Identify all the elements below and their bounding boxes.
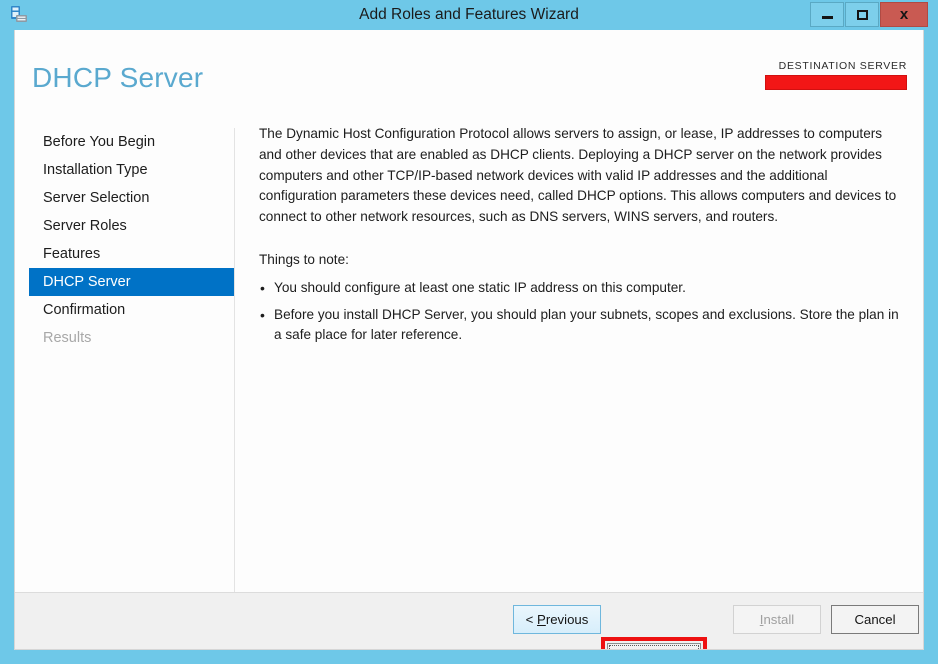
nav-item-server-roles[interactable]: Server Roles — [15, 212, 234, 240]
next-button-highlight-annotation: Next > — [601, 637, 707, 651]
destination-server-label: DESTINATION SERVER — [778, 60, 907, 72]
next-button[interactable]: Next > — [607, 643, 701, 651]
nav-item-features[interactable]: Features — [15, 240, 234, 268]
intro-paragraph: The Dynamic Host Configuration Protocol … — [259, 126, 897, 225]
bullet-icon: • — [260, 279, 265, 296]
window-title: Add Roles and Features Wizard — [359, 6, 579, 23]
install-button: Install — [733, 605, 821, 634]
previous-button[interactable]: < Previous — [513, 605, 601, 634]
add-roles-and-features-wizard-window: Add Roles and Features Wizard x DHCP Ser… — [0, 0, 938, 664]
nav-item-installation-type[interactable]: Installation Type — [15, 156, 234, 184]
wizard-footer: < Previous Install Cancel — [15, 592, 923, 649]
next-button-label: Next > — [635, 650, 674, 651]
nav-item-server-selection[interactable]: Server Selection — [15, 184, 234, 212]
destination-server-redaction-bar — [765, 75, 907, 90]
maximize-button[interactable] — [845, 2, 879, 27]
note-text: You should configure at least one static… — [274, 279, 686, 295]
cancel-button[interactable]: Cancel — [831, 605, 919, 634]
maximize-icon — [856, 9, 868, 20]
list-item: • Before you install DHCP Server, you sh… — [259, 305, 907, 346]
note-text: Before you install DHCP Server, you shou… — [274, 306, 899, 343]
title-bar[interactable]: Add Roles and Features Wizard x — [0, 0, 938, 30]
bullet-icon: • — [260, 306, 265, 323]
nav-item-results: Results — [43, 330, 92, 346]
page-title: DHCP Server — [32, 62, 204, 93]
close-button[interactable]: x — [880, 2, 928, 27]
list-item: • You should configure at least one stat… — [259, 278, 907, 299]
destination-server-block: DESTINATION SERVER — [765, 60, 907, 90]
previous-button-label: < Previous — [525, 612, 589, 627]
wizard-step-nav: Before You Begin Installation Type Serve… — [15, 128, 234, 352]
minimize-button[interactable] — [810, 2, 844, 27]
things-to-note-heading: Things to note: — [259, 251, 349, 267]
nav-item-confirmation[interactable]: Confirmation — [15, 296, 234, 324]
content-pane: The Dynamic Host Configuration Protocol … — [259, 124, 907, 352]
minimize-icon — [821, 16, 833, 19]
nav-item-dhcp-server[interactable]: DHCP Server — [29, 268, 234, 296]
install-button-label: Install — [759, 612, 795, 627]
wizard-client-area: DHCP Server DESTINATION SERVER Before Yo… — [14, 30, 924, 650]
nav-content-divider — [234, 128, 235, 604]
nav-item-before-you-begin[interactable]: Before You Begin — [15, 128, 234, 156]
